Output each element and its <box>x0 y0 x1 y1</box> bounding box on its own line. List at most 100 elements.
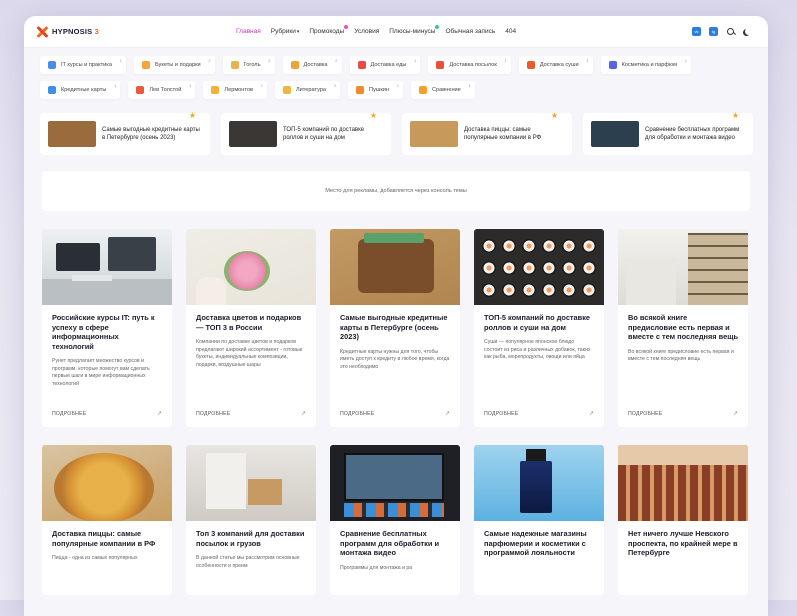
tag-label: Доставка еды <box>370 62 407 68</box>
image-detail <box>618 445 748 465</box>
post-title[interactable]: Топ 3 компаний для доставки посылок и гр… <box>196 529 306 548</box>
post-card[interactable]: Сравнение бесплатных программ для обрабо… <box>330 445 460 595</box>
read-more-link[interactable]: ПОДРОБНЕЕ <box>628 411 662 417</box>
image-detail <box>344 453 444 501</box>
post-image[interactable] <box>474 229 604 305</box>
post-card[interactable]: Доставка цветов и подарков — ТОП 3 в Рос… <box>186 229 316 427</box>
post-title[interactable]: Нет ничего лучше Невского проспекта, по … <box>628 529 738 558</box>
read-more-link[interactable]: ПОДРОБНЕЕ <box>52 411 86 417</box>
post-card[interactable]: Российские курсы IT: путь к успеху в сфе… <box>42 229 172 427</box>
image-detail <box>206 453 246 509</box>
featured-post-1[interactable]: ТОП-5 компаний по доставке роллов и суши… <box>221 111 391 155</box>
tag-2[interactable]: Гоголь 2 <box>222 56 275 74</box>
tag-12[interactable]: Пушкин 1 <box>348 81 404 99</box>
post-title[interactable]: Самые надежные магазины парфюмерии и кос… <box>484 529 594 558</box>
tag-label: Косметика и парфюм <box>621 62 677 68</box>
tag-1[interactable]: Букеты и подарки 2 <box>133 56 215 74</box>
post-card[interactable]: Доставка пиццы: самые популярные компани… <box>42 445 172 595</box>
vk-icon[interactable]: vk <box>692 27 701 36</box>
arrow-up-right-icon[interactable]: ↗ <box>733 410 738 417</box>
nav-item-4[interactable]: Плюсы-минусы <box>389 25 440 35</box>
arrow-up-right-icon[interactable]: ↗ <box>445 410 450 417</box>
post-image[interactable] <box>186 445 316 521</box>
arrow-up-right-icon[interactable]: ↗ <box>301 410 306 417</box>
read-more-link[interactable]: ПОДРОБНЕЕ <box>196 411 230 417</box>
arrow-up-right-icon[interactable]: ↗ <box>589 410 594 417</box>
image-detail <box>364 233 424 243</box>
dark-mode-icon[interactable] <box>744 27 754 37</box>
post-image[interactable] <box>186 229 316 305</box>
tag-7[interactable]: Косметика и парфюм 1 <box>600 56 691 74</box>
tag-6[interactable]: Доставка суши 1 <box>518 56 593 74</box>
nav-item-1[interactable]: Рубрики▾ <box>271 28 300 35</box>
post-title[interactable]: Доставка пиццы: самые популярные компани… <box>52 529 162 548</box>
nav-label: 404 <box>505 28 517 35</box>
tag-10[interactable]: Лермонтов 1 <box>203 81 267 99</box>
post-card[interactable]: ТОП-5 компаний по доставке роллов и суши… <box>474 229 604 427</box>
post-image[interactable] <box>330 445 460 521</box>
ad-text: Место для рекламы, добавляется через кон… <box>325 188 467 194</box>
tag-count: 2 <box>208 58 211 63</box>
category-icon <box>136 86 145 94</box>
search-icon[interactable] <box>726 27 736 37</box>
image-detail <box>54 453 154 521</box>
post-card[interactable]: Самые выгодные кредитные карты в Петербу… <box>330 229 460 427</box>
post-title[interactable]: Во всякой книге предисловие есть первая … <box>628 313 738 342</box>
post-card-body: ТОП-5 компаний по доставке роллов и суши… <box>474 305 604 362</box>
post-title[interactable]: Сравнение бесплатных программ для обрабо… <box>340 529 450 558</box>
tag-9[interactable]: Лев Толстой 1 <box>128 81 196 99</box>
tag-0[interactable]: IT курсы и практика 1 <box>40 56 126 74</box>
notification-dot <box>344 25 349 29</box>
featured-post-2[interactable]: Доставка пиццы: самые популярные компани… <box>402 111 572 155</box>
nav-item-6[interactable]: 404 <box>505 28 516 35</box>
featured-title: Сравнение бесплатных программ для обрабо… <box>645 127 740 141</box>
post-image[interactable] <box>330 229 460 305</box>
tag-count: 1 <box>189 83 192 88</box>
nav-item-5[interactable]: Обычная запись <box>445 28 495 35</box>
nav-item-2[interactable]: Промокоды <box>309 25 349 35</box>
featured-post-0[interactable]: Самые выгодные кредитные карты в Петербу… <box>40 111 210 155</box>
post-excerpt: Пицца - одна из самых популярных <box>52 555 138 561</box>
image-detail <box>618 465 748 521</box>
post-title[interactable]: Российские курсы IT: путь к успеху в сфе… <box>52 313 162 351</box>
image-detail <box>582 239 596 253</box>
tag-13[interactable]: Сравнение 1 <box>411 81 475 99</box>
category-tags: IT курсы и практика 1 Букеты и подарки 2 Гог… <box>24 48 744 99</box>
post-title[interactable]: ТОП-5 компаний по доставке роллов и суши… <box>484 313 594 332</box>
featured-post-3[interactable]: Сравнение бесплатных программ для обрабо… <box>583 111 753 155</box>
site-logo[interactable]: HYPNOSIS 3 <box>36 26 236 38</box>
post-card[interactable]: Во всякой книге предисловие есть первая … <box>618 229 748 427</box>
post-card[interactable]: Топ 3 компаний для доставки посылок и гр… <box>186 445 316 595</box>
post-image[interactable] <box>618 445 748 521</box>
tag-label: Лермонтов <box>224 87 253 93</box>
tag-8[interactable]: Кредитные карты 1 <box>40 81 121 99</box>
nav-label: Обычная запись <box>445 28 496 35</box>
post-title[interactable]: Самые выгодные кредитные карты в Петербу… <box>340 313 450 342</box>
logo-name: HYPNOSIS <box>52 27 93 36</box>
post-card[interactable]: Самые надежные магазины парфюмерии и кос… <box>474 445 604 595</box>
post-image[interactable] <box>474 445 604 521</box>
read-more-link[interactable]: ПОДРОБНЕЕ <box>340 411 374 417</box>
tag-5[interactable]: Доставка посылок 1 <box>428 56 511 74</box>
nav-item-3[interactable]: Условия <box>354 28 379 35</box>
read-more-link[interactable]: ПОДРОБНЕЕ <box>484 411 518 417</box>
tag-count: 1 <box>586 58 589 63</box>
post-title[interactable]: Доставка цветов и подарков — ТОП 3 в Рос… <box>196 313 306 332</box>
tag-3[interactable]: Доставка 2 <box>282 56 342 74</box>
post-image[interactable] <box>618 229 748 305</box>
telegram-icon[interactable]: tg <box>709 27 718 36</box>
nav-label: Рубрики <box>270 28 296 35</box>
nav-label: Плюсы-минусы <box>389 28 436 35</box>
post-excerpt: Программы для монтажа и ра <box>340 564 413 571</box>
star-icon: ★ <box>188 111 196 120</box>
post-image[interactable] <box>42 229 172 305</box>
post-excerpt: В данной статье мы рассмотрим основные о… <box>196 555 300 569</box>
logo-x-icon <box>36 26 48 38</box>
tag-11[interactable]: Литература 2 <box>274 81 341 99</box>
nav-item-0[interactable]: Главная <box>236 28 261 35</box>
post-card[interactable]: Нет ничего лучше Невского проспекта, по … <box>618 445 748 595</box>
tag-4[interactable]: Доставка еды 1 <box>349 56 421 74</box>
arrow-up-right-icon[interactable]: ↗ <box>157 410 162 417</box>
post-image[interactable] <box>42 445 172 521</box>
tag-count: 2 <box>333 83 337 88</box>
